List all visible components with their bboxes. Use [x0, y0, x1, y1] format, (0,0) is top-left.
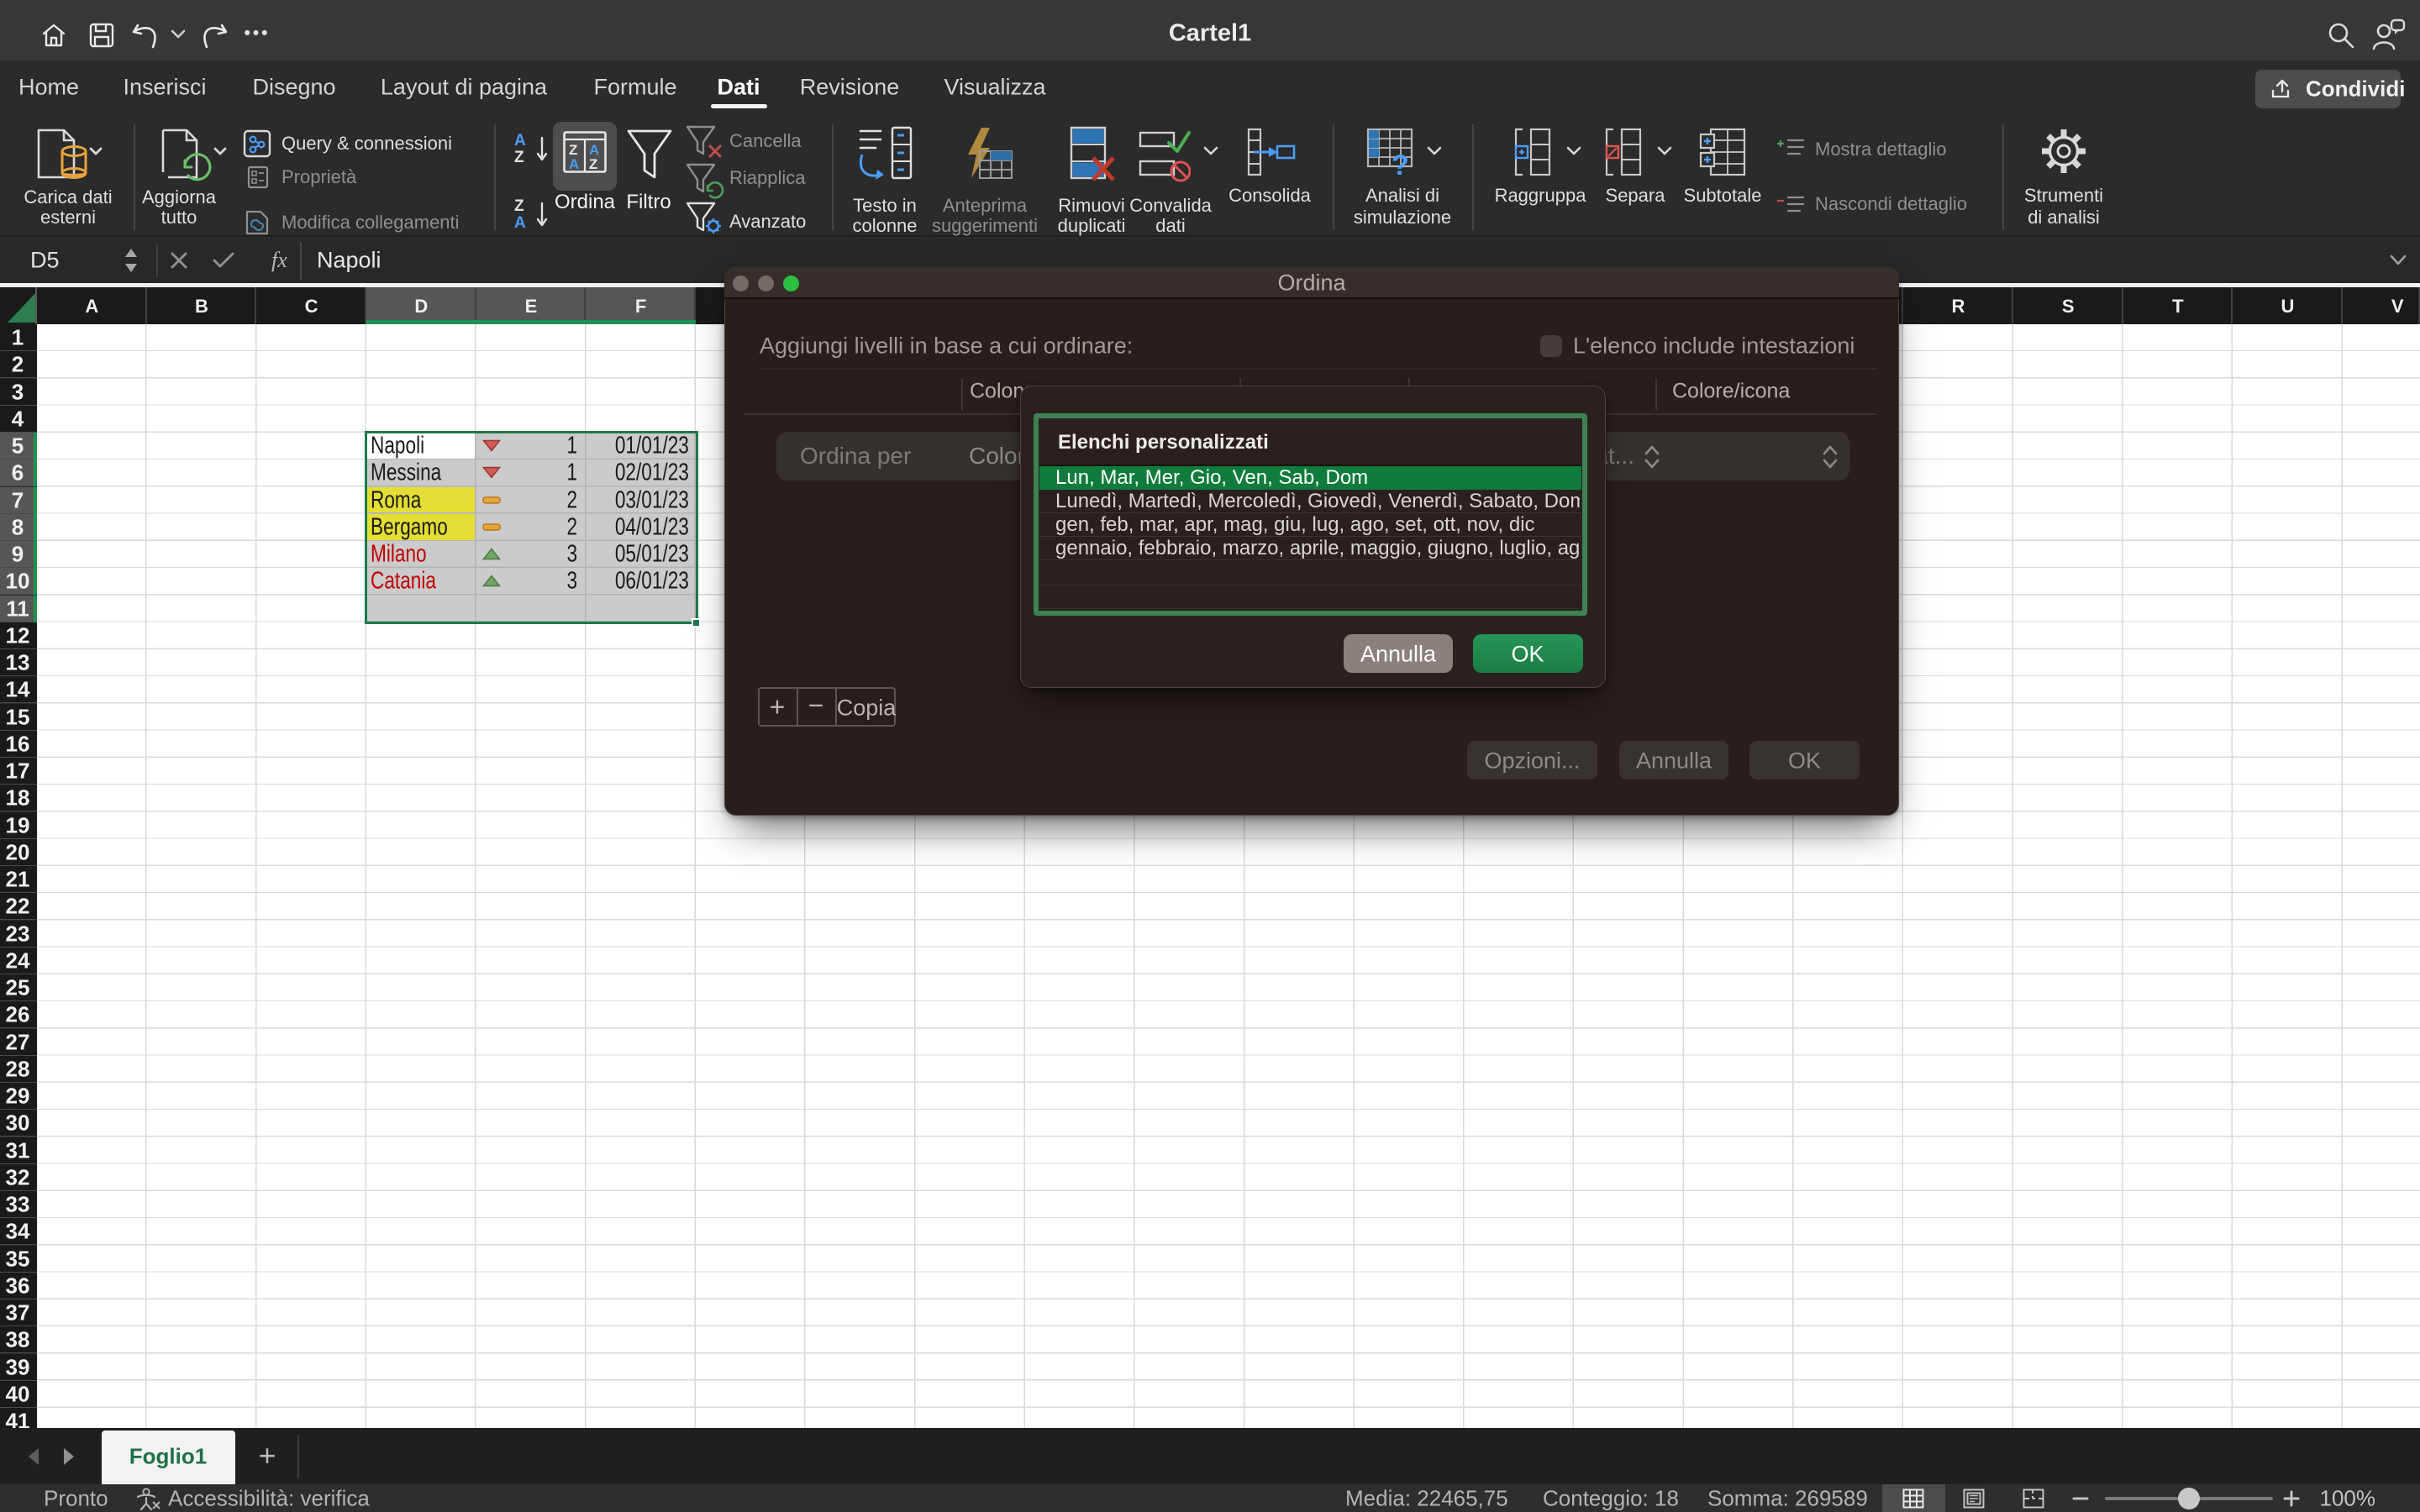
svg-text:Z: Z — [589, 156, 597, 172]
svg-text:A: A — [569, 156, 579, 172]
svg-text:?: ? — [1392, 150, 1409, 176]
